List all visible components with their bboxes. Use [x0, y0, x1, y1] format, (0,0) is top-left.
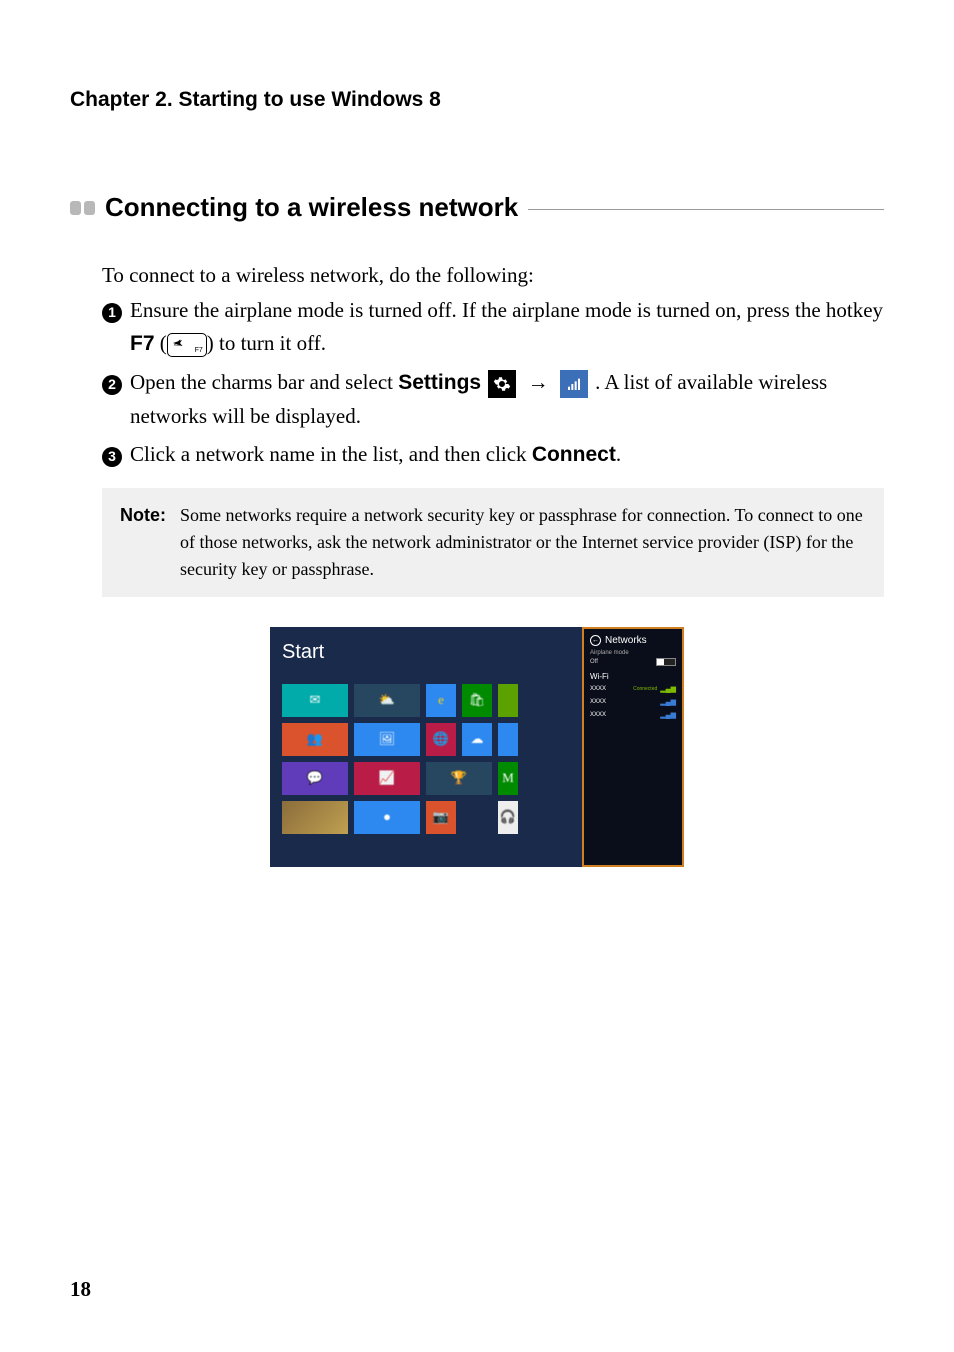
- sports-tile: 🏆: [426, 762, 492, 795]
- photos-tile: 🖼: [354, 723, 420, 756]
- finance-tile: 📈: [354, 762, 420, 795]
- off-label: Off: [590, 659, 598, 665]
- network-item: XXXX ▂▄▆: [590, 698, 676, 706]
- settings-gear-icon: [488, 370, 516, 398]
- airplane-toggle-row: Off: [590, 658, 676, 666]
- step2-pre: Open the charms bar and select: [130, 370, 398, 394]
- mail-tile: ✉: [282, 684, 348, 717]
- ie-tile: e: [426, 684, 456, 717]
- section-rule: [528, 209, 884, 210]
- wifi-section-label: Wi-Fi: [590, 672, 676, 681]
- step1-post: ) to turn it off.: [207, 331, 326, 355]
- store-tile: 🛍: [462, 684, 492, 717]
- connect-label: Connect: [532, 443, 616, 466]
- f7-key-text: F7: [195, 347, 203, 354]
- f7-key-icon: F7: [167, 333, 207, 357]
- hotkey-label: F7: [130, 332, 155, 355]
- section-bullets-icon: [70, 201, 95, 215]
- maps-tile: 🌐: [426, 723, 456, 756]
- signal-icon: ▂▄▆: [660, 698, 676, 706]
- network-name: XXXX: [590, 712, 606, 718]
- people-tile: 👥: [282, 723, 348, 756]
- start-screen: Start ✉ 👥 💬 ⛅ 🖼 📈 ● e 🛍 🌐: [270, 627, 582, 867]
- section-heading: Connecting to a wireless network: [70, 192, 884, 223]
- airplane-icon: [172, 337, 184, 349]
- skydrive-tile: ☁: [462, 723, 492, 756]
- airplane-mode-label: Airplane mode: [590, 650, 676, 656]
- step-2: 2 Open the charms bar and select Setting…: [102, 366, 884, 432]
- network-name: XXXX: [590, 699, 606, 705]
- section-title: Connecting to a wireless network: [105, 192, 518, 223]
- chapter-title: Chapter 2. Starting to use Windows 8: [70, 88, 884, 112]
- note-box: Note: Some networks require a network se…: [102, 488, 884, 597]
- empty-tile: [462, 801, 492, 834]
- network-name: XXXX: [590, 686, 606, 692]
- note-body: Some networks require a network security…: [180, 502, 866, 583]
- step-3: 3 Click a network name in the list, and …: [102, 438, 884, 472]
- back-arrow-icon: ←: [590, 635, 601, 646]
- step3-pre: Click a network name in the list, and th…: [130, 442, 532, 466]
- toggle-switch: [656, 658, 676, 666]
- step-number-1: 1: [102, 297, 130, 326]
- xbox4-tile: 🎧: [498, 801, 518, 834]
- xbox1-tile: [498, 684, 518, 717]
- video-tile: ●: [354, 801, 420, 834]
- open-paren: (: [160, 331, 167, 355]
- xbox2-tile: [498, 723, 518, 756]
- arrow-icon: →: [528, 370, 549, 394]
- step-number-3: 3: [102, 441, 130, 470]
- signal-icon: ▂▄▆: [660, 711, 676, 719]
- start-label: Start: [282, 641, 570, 664]
- messaging-tile: 💬: [282, 762, 348, 795]
- connected-status: Connected: [633, 686, 657, 692]
- step-1: 1 Ensure the airplane mode is turned off…: [102, 294, 884, 360]
- network-signal-icon: [560, 370, 588, 398]
- network-item: XXXX ▂▄▆: [590, 711, 676, 719]
- steps-list: 1 Ensure the airplane mode is turned off…: [102, 294, 884, 472]
- networks-title: Networks: [605, 635, 647, 646]
- desktop-tile: [282, 801, 348, 834]
- step-number-2: 2: [102, 369, 130, 398]
- camera-tile: 📷: [426, 801, 456, 834]
- tile-grid: ✉ 👥 💬 ⛅ 🖼 📈 ● e 🛍 🌐 ☁ 🏆: [282, 684, 570, 834]
- note-label: Note:: [120, 505, 166, 525]
- page-number: 18: [70, 1277, 91, 1302]
- networks-header: ← Networks: [590, 635, 676, 646]
- networks-panel: ← Networks Airplane mode Off Wi-Fi XXXX …: [582, 627, 684, 867]
- intro-text: To connect to a wireless network, do the…: [102, 263, 884, 288]
- xbox3-tile: M: [498, 762, 518, 795]
- weather-tile: ⛅: [354, 684, 420, 717]
- step3-post: .: [616, 442, 621, 466]
- network-item: XXXX Connected▂▄▆: [590, 685, 676, 693]
- signal-icon: ▂▄▆: [660, 685, 676, 693]
- screenshot-image: Start ✉ 👥 💬 ⛅ 🖼 📈 ● e 🛍 🌐: [270, 627, 684, 867]
- step1-pre: Ensure the airplane mode is turned off. …: [130, 298, 883, 322]
- settings-label: Settings: [398, 371, 481, 394]
